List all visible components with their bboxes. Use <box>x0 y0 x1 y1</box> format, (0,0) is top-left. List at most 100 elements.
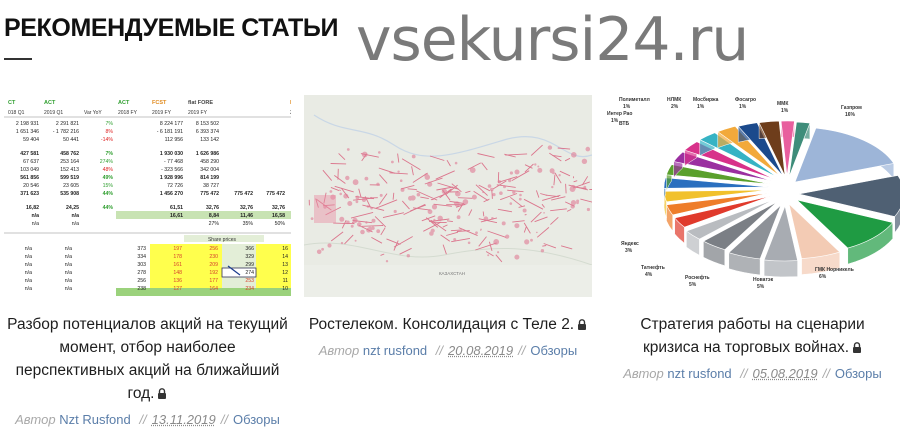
table-cell: 133 142 <box>200 137 219 143</box>
article-title-link-2[interactable]: Ростелеком. Консолидация с Теле 2. <box>309 316 574 333</box>
table-cell: 67 637 <box>23 159 39 165</box>
article-title-link-1[interactable]: Разбор потенциалов акций на текущий моме… <box>7 316 288 402</box>
pie-label-pct: 16% <box>845 112 856 118</box>
meta-separator: // <box>435 343 444 358</box>
table-cell: 1 456 270 <box>160 191 183 197</box>
pie-label: Интер Рао <box>607 111 632 117</box>
site-watermark: vsekursi24.ru <box>356 5 749 75</box>
table-cell: 535 908 <box>60 191 79 197</box>
article-thumbnail-3[interactable]: Полиметалл 1% НЛМК 2% Мосбиржа 1% Фосагро 1% ММК… <box>605 95 900 297</box>
price-cell: 13 <box>282 262 288 268</box>
network-map-thumbnail: КАЗАХСТАН <box>304 95 592 297</box>
post-date[interactable]: 05.08.2019 <box>753 366 818 381</box>
price-cell: 230 <box>209 254 218 260</box>
table-cell: 274% <box>100 159 114 165</box>
price-cell: n/a <box>65 246 72 252</box>
spreadsheet-thumbnail: CT ACT ACT FCST flat FORE FCST 018 Q1 2019 Q1 Va… <box>4 95 291 297</box>
table-cell: 24,25 <box>66 205 79 211</box>
table-cell: 7% <box>106 121 114 127</box>
table-cell: 50 441 <box>63 137 79 143</box>
price-cell: 278 <box>137 270 146 276</box>
author-link[interactable]: Nzt Rusfond <box>59 412 131 427</box>
pie-label-pct: 4% <box>645 272 653 278</box>
table-cell: n/a <box>32 221 39 227</box>
article-title-link-3[interactable]: Стратегия работы на сценарии кризиса на … <box>640 316 864 356</box>
table-cell: 15% <box>103 183 114 189</box>
table-cell: 61,51 <box>170 205 183 211</box>
table-cell: -14% <box>101 137 113 143</box>
article-title-2[interactable]: Ростелеком. Консолидация с Теле 2. <box>304 313 592 337</box>
price-cell: 164 <box>209 286 218 292</box>
table-cell: 32,76 <box>206 205 219 211</box>
price-cell: n/a <box>65 262 72 268</box>
lock-icon <box>577 314 587 337</box>
table-cell: 44% <box>103 205 114 211</box>
price-cell: 238 <box>137 286 146 292</box>
share-prices-label: Share prices <box>208 237 237 243</box>
meta-separator: // <box>139 412 147 427</box>
post-date[interactable]: 13.11.2019 <box>152 412 216 427</box>
table-cell: 59 404 <box>23 137 39 143</box>
pie-label-pct: 5% <box>757 284 765 290</box>
table-subhead-cell: 2018 FY <box>118 110 138 116</box>
table-subhead-cell: 2019 Q1 <box>44 110 63 116</box>
pie-label-pct: 1% <box>781 108 789 114</box>
pie-label: Татнефть <box>641 264 665 271</box>
pie-label: Новатэк <box>753 277 774 283</box>
article-title-3[interactable]: Стратегия работы на сценарии кризиса на … <box>605 313 900 360</box>
article-card-1: CT ACT ACT FCST flat FORE FCST 018 Q1 2019 Q1 Va… <box>4 95 291 427</box>
table-cell: 20 546 <box>23 183 39 189</box>
table-cell: 2 291 821 <box>56 121 79 127</box>
table-cell: n/a <box>72 213 80 219</box>
price-cell: 16 <box>282 246 288 252</box>
table-cell: 1 928 996 <box>160 175 183 181</box>
pie-chart-thumbnail: Полиметалл1%НЛМК2%Мосбиржа1%Фосагро1% ММК… <box>605 95 900 297</box>
table-cell: 1 930 030 <box>160 151 183 157</box>
table-cell: 103 049 <box>20 167 39 173</box>
table-cell: 561 856 <box>20 175 39 181</box>
category-link[interactable]: Обзоры <box>835 366 882 381</box>
price-cell: n/a <box>25 286 32 292</box>
price-cell: 303 <box>137 262 146 268</box>
table-cell: 72 726 <box>167 183 183 189</box>
author-label: Автор <box>623 366 664 381</box>
category-link[interactable]: Обзоры <box>530 343 577 358</box>
price-cell: 136 <box>173 278 182 284</box>
table-cell: 371 623 <box>20 191 39 197</box>
price-cell: n/a <box>25 254 32 260</box>
article-meta-1: Автор Nzt Rusfond // 13.11.2019 // Обзоры <box>4 412 291 427</box>
article-meta-3: Автор nzt rusfond // 05.08.2019 // Обзоры <box>605 366 900 381</box>
lock-icon <box>157 383 167 406</box>
author-link[interactable]: nzt rusfond <box>667 366 731 381</box>
article-title-1[interactable]: Разбор потенциалов акций на текущий моме… <box>4 313 291 406</box>
post-date[interactable]: 20.08.2019 <box>448 343 513 358</box>
table-subhead-cell: 2019 FY <box>290 110 291 116</box>
price-cell: 11 <box>283 278 288 284</box>
table-cell: 7% <box>106 151 114 157</box>
table-head-cell: CT <box>8 100 16 106</box>
table-cell: 8 153 502 <box>196 121 219 127</box>
table-subhead-cell: 2019 FY <box>152 110 172 116</box>
table-cell: 2 198 931 <box>16 121 39 127</box>
price-cell: 256 <box>209 246 218 252</box>
category-link[interactable]: Обзоры <box>233 412 280 427</box>
table-head-cell: ACT <box>118 100 130 106</box>
article-thumbnail-1[interactable]: CT ACT ACT FCST flat FORE FCST 018 Q1 2019 Q1 Va… <box>4 95 291 297</box>
pie-label: НЛМК <box>667 97 682 103</box>
table-cell: 16,58 <box>272 213 285 219</box>
article-thumbnail-2[interactable]: КАЗАХСТАН <box>304 95 592 297</box>
table-cell: 8% <box>106 129 114 135</box>
pie-label: Яндекс <box>621 241 639 247</box>
pie-slice-side <box>763 259 798 278</box>
table-cell: 32,76 <box>240 205 253 211</box>
table-cell: 11,46 <box>240 213 253 219</box>
table-cell: 8,84 <box>209 213 219 219</box>
pie-label: Газпром <box>841 105 862 111</box>
table-cell: 342 004 <box>200 167 219 173</box>
table-cell: 112 956 <box>165 137 183 143</box>
pie-label-pct: 1% <box>739 104 747 110</box>
table-cell: 48% <box>103 167 114 173</box>
price-cell: n/a <box>25 246 32 252</box>
author-link[interactable]: nzt rusfond <box>363 343 427 358</box>
meta-separator: // <box>740 366 748 381</box>
